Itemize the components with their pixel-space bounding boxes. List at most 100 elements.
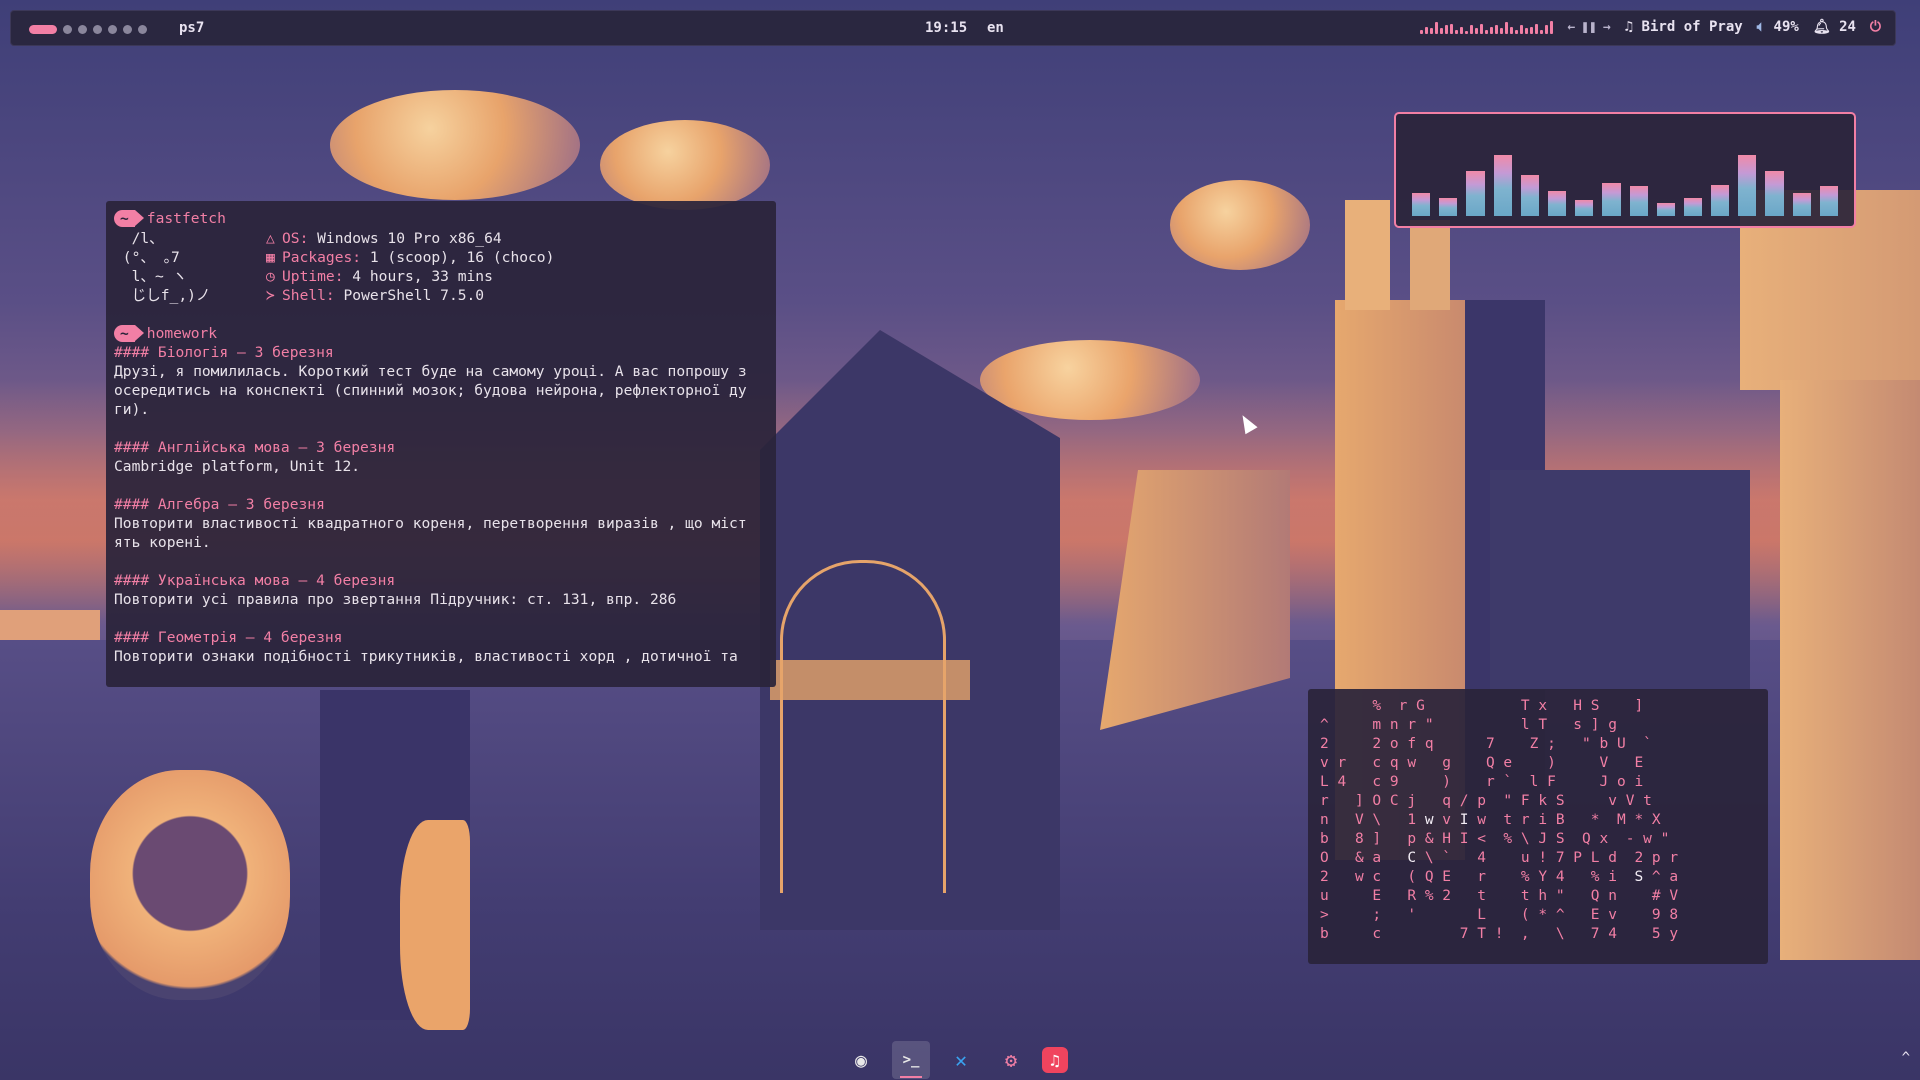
visualizer-bar: [1738, 155, 1756, 217]
homework-heading: #### Англійська мова – 3 березня: [114, 438, 768, 457]
mini-visualizer-bar: [1525, 28, 1528, 34]
top-bar: ps7 19:15 en ← ❚❚ → ♫ Bird of Pray 🔈︎ 49…: [10, 10, 1896, 46]
mini-visualizer-bar: [1475, 28, 1478, 34]
matrix-line: O & a C \ ` 4 u ! 7 P L d 2 p r: [1320, 849, 1756, 868]
mini-visualizer-bar: [1445, 25, 1448, 34]
matrix-line: v r c q w g Q e ) V E: [1320, 754, 1756, 773]
workspace-2[interactable]: [63, 25, 72, 34]
fetch-row: △ OS: Windows 10 Pro x86_64: [266, 229, 554, 248]
prompt-line: ~ homework: [114, 324, 768, 343]
homework-text: Повторити усі правила про звертання Підр…: [114, 590, 768, 609]
cloud: [600, 120, 770, 210]
mini-visualizer-bar: [1490, 27, 1493, 35]
fetch-key: Shell:: [282, 287, 335, 304]
active-window-title: ps7: [179, 20, 204, 36]
visualizer-bar: [1684, 198, 1702, 216]
matrix-line: > ; ' L ( * ^ E v 9 8: [1320, 906, 1756, 925]
matrix-line: n V \ 1 w v I w t r i B * M * X: [1320, 811, 1756, 830]
clock[interactable]: 19:15: [925, 20, 967, 36]
matrix-line: b 8 ] p & H I < % \ J S Q x - w ": [1320, 830, 1756, 849]
visualizer-bar: [1521, 175, 1539, 216]
previous-track-button[interactable]: ←: [1567, 20, 1575, 35]
mini-visualizer-bar: [1540, 30, 1543, 35]
cloud: [1170, 180, 1310, 270]
mini-visualizer-bar: [1470, 25, 1473, 34]
app-badge-icon[interactable]: ⚙: [992, 1041, 1030, 1079]
fetch-value: PowerShell 7.5.0: [335, 287, 484, 304]
music-app-icon[interactable]: ♫: [1042, 1047, 1068, 1073]
visualizer-bar: [1412, 193, 1430, 216]
volume-value: 49%: [1774, 19, 1799, 35]
mini-visualizer-bar: [1420, 30, 1423, 35]
visualizer-bar: [1765, 171, 1783, 216]
matrix-line: b c 7 T ! , \ 7 4 5 y: [1320, 925, 1756, 944]
visualizer-bar: [1575, 200, 1593, 216]
tray-expand-icon[interactable]: ^: [1902, 1050, 1910, 1066]
mini-visualizer-bar: [1435, 22, 1438, 34]
keyboard-layout[interactable]: en: [987, 20, 1004, 36]
cloud: [330, 90, 580, 200]
homework-text: Cambridge platform, Unit 12.: [114, 457, 768, 476]
fetch-row-icon: ≻: [266, 286, 282, 305]
visualizer-bar: [1657, 203, 1675, 216]
mini-visualizer-bar: [1520, 25, 1523, 34]
notification-count: 24: [1839, 19, 1856, 35]
matrix-line: u E R % 2 t t h " Q n # V: [1320, 887, 1756, 906]
matrix-rain-terminal[interactable]: % r G T x H S ] ^ m n r " l T s ] g 2 2 o …: [1308, 689, 1768, 964]
fetch-value: 4 hours, 33 mins: [344, 268, 493, 285]
fetch-row: ≻ Shell: PowerShell 7.5.0: [266, 286, 554, 305]
workspace-6[interactable]: [123, 25, 132, 34]
prompt-badge: ~: [114, 210, 135, 227]
workspace-5[interactable]: [108, 25, 117, 34]
fetch-key: Uptime:: [282, 268, 344, 285]
workspace-1[interactable]: [29, 25, 57, 34]
visualizer-bar: [1630, 186, 1648, 216]
music-note-icon: ♫: [1625, 19, 1633, 35]
matrix-line: % r G T x H S ]: [1320, 697, 1756, 716]
dock: ◉ >_ ✕ ⚙ ♫: [842, 1040, 1068, 1080]
now-playing[interactable]: ♫ Bird of Pray: [1625, 19, 1743, 35]
power-icon[interactable]: ⏻: [1870, 19, 1881, 35]
mini-visualizer-bar: [1535, 24, 1538, 35]
visualizer-bar: [1820, 186, 1838, 216]
matrix-line: r ] O C j q / p " F k S v V t: [1320, 792, 1756, 811]
terminal-icon[interactable]: >_: [892, 1041, 930, 1079]
system-info: △ OS: Windows 10 Pro x86_64 ▦ Packages: 1 (…: [266, 229, 554, 305]
mini-visualizer-bar: [1505, 22, 1508, 34]
fetch-key: Packages:: [282, 249, 361, 266]
volume-indicator[interactable]: 🔈︎ 49%: [1757, 19, 1799, 35]
fetch-row: ◷ Uptime: 4 hours, 33 mins: [266, 267, 554, 286]
visualizer-bar: [1466, 171, 1484, 216]
mini-visualizer-bar: [1460, 27, 1463, 35]
track-title: Bird of Pray: [1642, 19, 1743, 35]
fetch-row: ▦ Packages: 1 (scoop), 16 (choco): [266, 248, 554, 267]
visualizer-bar: [1711, 185, 1729, 216]
terminal-window[interactable]: ~ fastfetch /l、 (°、 ｡7 l、~ ヽ じしf_,)ノ △ OS…: [106, 201, 776, 687]
mini-visualizer-bar: [1545, 25, 1548, 34]
matrix-line: ^ m n r " l T s ] g: [1320, 716, 1756, 735]
pause-button[interactable]: ❚❚: [1581, 20, 1597, 35]
mini-visualizer-bar: [1515, 30, 1518, 35]
homework-heading: #### Алгебра – 3 березня: [114, 495, 768, 514]
command-text: fastfetch: [147, 209, 226, 228]
notifications[interactable]: 🔔︎ 24: [1813, 19, 1856, 35]
fastfetch-output: /l、 (°、 ｡7 l、~ ヽ じしf_,)ノ △ OS: Windows 10…: [114, 229, 768, 305]
fetch-row-icon: ▦: [266, 248, 282, 267]
vscode-icon[interactable]: ✕: [942, 1041, 980, 1079]
fetch-value: Windows 10 Pro x86_64: [308, 230, 501, 247]
ascii-cat-art: /l、 (°、 ｡7 l、~ ヽ じしf_,)ノ: [114, 229, 266, 305]
workspace-7[interactable]: [138, 25, 147, 34]
mini-visualizer-bar: [1480, 24, 1483, 35]
mini-visualizer-bar: [1430, 28, 1433, 34]
speaker-icon: 🔈︎: [1757, 19, 1765, 35]
next-track-button[interactable]: →: [1603, 20, 1611, 35]
fetch-row-icon: ◷: [266, 267, 282, 286]
mini-visualizer-bar: [1495, 25, 1498, 34]
homework-text: Повторити ознаки подібності трикутників,…: [114, 647, 768, 666]
mini-visualizer-bar: [1455, 30, 1458, 35]
mini-visualizer-bar: [1530, 27, 1533, 35]
workspace-4[interactable]: [93, 25, 102, 34]
workspace-3[interactable]: [78, 25, 87, 34]
obs-icon[interactable]: ◉: [842, 1041, 880, 1079]
visualizer-bar: [1602, 183, 1620, 216]
